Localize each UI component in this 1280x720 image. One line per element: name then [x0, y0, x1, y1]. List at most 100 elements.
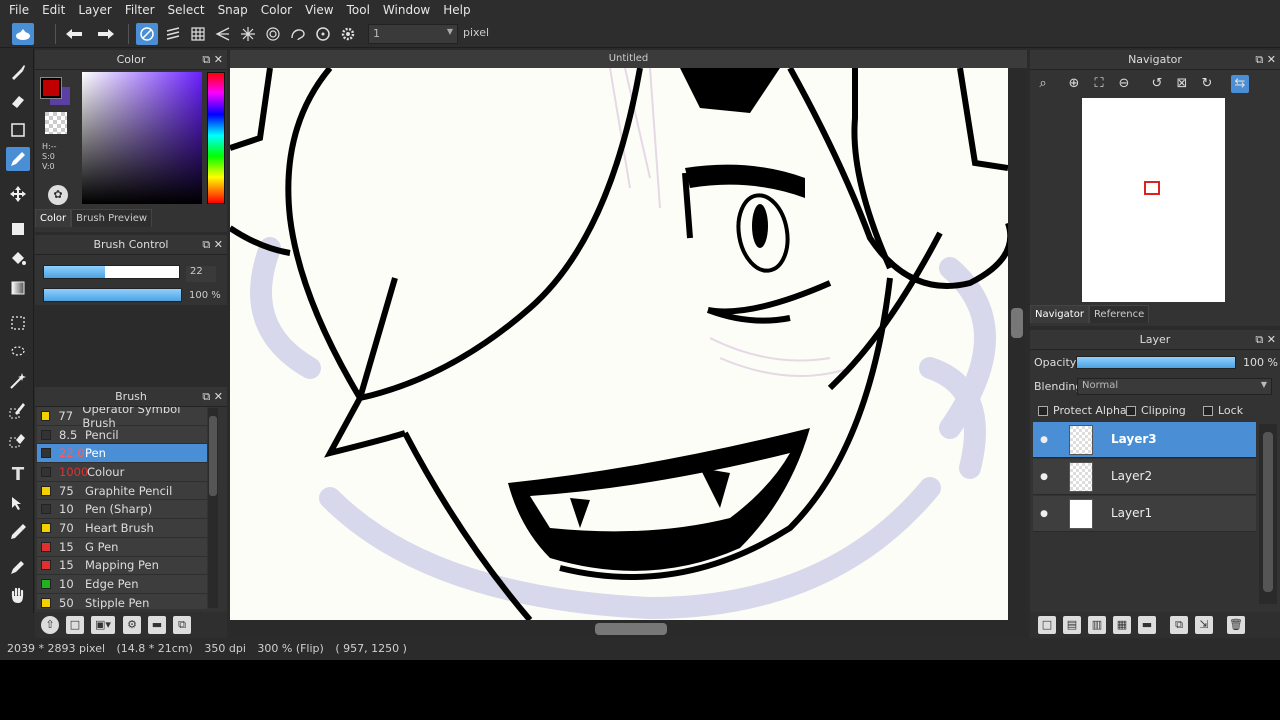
- brush-size-field[interactable]: 1 ▼: [368, 24, 458, 44]
- transparent-color-swatch[interactable]: [45, 112, 67, 134]
- layer-row[interactable]: ● Layer2: [1033, 459, 1256, 495]
- zoom-out-icon[interactable]: ⊖: [1115, 75, 1133, 93]
- brush-item[interactable]: 50 Stipple Pen: [37, 593, 207, 609]
- tab-brush-preview[interactable]: Brush Preview: [71, 209, 153, 227]
- operation-icon[interactable]: [6, 491, 30, 515]
- menu-edit[interactable]: Edit: [37, 0, 70, 20]
- flip-icon[interactable]: ⇆: [1231, 75, 1249, 93]
- visibility-icon[interactable]: ●: [1037, 470, 1051, 484]
- new-folder-icon[interactable]: ▬: [1138, 616, 1156, 634]
- new-halftone-layer-icon[interactable]: ▤: [1063, 616, 1081, 634]
- saturation-value-picker[interactable]: [82, 72, 202, 204]
- parallel-snap-icon[interactable]: [162, 23, 184, 45]
- merge-layer-icon[interactable]: ⇲: [1195, 616, 1213, 634]
- menu-file[interactable]: File: [4, 0, 34, 20]
- menu-view[interactable]: View: [300, 0, 338, 20]
- concentric-snap-icon[interactable]: [262, 23, 284, 45]
- blending-select[interactable]: Normal ▼: [1077, 378, 1272, 395]
- panel-controls-icon[interactable]: ⧉ ✕: [202, 235, 223, 255]
- brush-size-readout[interactable]: 22: [186, 266, 216, 282]
- clipping-checkbox[interactable]: Clipping: [1126, 404, 1186, 417]
- canvas-horizontal-scrollbar[interactable]: [230, 620, 1027, 638]
- canvas-vertical-scrollbar[interactable]: [1008, 68, 1026, 620]
- panel-controls-icon[interactable]: ⧉ ✕: [1255, 330, 1276, 350]
- rotate-left-icon[interactable]: ↺: [1148, 75, 1166, 93]
- menu-snap[interactable]: Snap: [213, 0, 253, 20]
- select-rect-icon[interactable]: [6, 311, 30, 335]
- menu-layer[interactable]: Layer: [73, 0, 116, 20]
- brush-delete-icon[interactable]: ⧉: [173, 616, 191, 634]
- brush-size-slider[interactable]: [43, 265, 180, 279]
- app-icon[interactable]: [12, 23, 34, 45]
- layer-row[interactable]: ● Layer1: [1033, 496, 1256, 532]
- select-pen-icon[interactable]: [6, 398, 30, 422]
- foreground-color-swatch[interactable]: [40, 77, 62, 99]
- lasso-icon[interactable]: [6, 340, 30, 364]
- text-icon[interactable]: T: [6, 462, 30, 486]
- move-icon[interactable]: [6, 182, 30, 206]
- brush-opacity-slider[interactable]: [43, 288, 182, 302]
- tab-navigator[interactable]: Navigator: [1030, 305, 1089, 323]
- brush-list-scrollbar[interactable]: [208, 408, 218, 608]
- bucket-icon[interactable]: [6, 247, 30, 271]
- delete-layer-icon[interactable]: 🗑: [1227, 616, 1245, 634]
- layer-row[interactable]: ● Layer3: [1033, 422, 1256, 458]
- brush-item[interactable]: 70 Heart Brush: [37, 519, 207, 538]
- palette-icon[interactable]: ✿: [48, 185, 68, 205]
- brush-item[interactable]: 1000 Colour: [37, 463, 207, 482]
- brush-folder-icon[interactable]: ▬: [148, 616, 166, 634]
- eyedropper-icon[interactable]: [6, 520, 30, 544]
- menu-tool[interactable]: Tool: [342, 0, 375, 20]
- pen-eyedropper-icon[interactable]: [6, 555, 30, 579]
- radial-snap-icon[interactable]: [237, 23, 259, 45]
- snap-off-icon[interactable]: [136, 23, 158, 45]
- zoom-fit-icon[interactable]: ⛶: [1090, 75, 1108, 93]
- new-layer-icon[interactable]: □: [1038, 616, 1056, 634]
- brush-icon[interactable]: [6, 60, 30, 84]
- curve-snap-icon[interactable]: [287, 23, 309, 45]
- reset-view-icon[interactable]: ⊠: [1173, 75, 1191, 93]
- brush-item[interactable]: 10 Pen (Sharp): [37, 500, 207, 520]
- brush-new-icon[interactable]: □: [66, 616, 84, 634]
- brush-item[interactable]: 22.0 Pen: [37, 444, 207, 464]
- visibility-icon[interactable]: ●: [1037, 433, 1051, 447]
- brush-item[interactable]: 15 Mapping Pen: [37, 556, 207, 576]
- gradient-icon[interactable]: [6, 276, 30, 300]
- rotate-right-icon[interactable]: ↻: [1198, 75, 1216, 93]
- menu-help[interactable]: Help: [438, 0, 475, 20]
- brush-duplicate-icon[interactable]: ▣▾: [91, 616, 115, 634]
- new-tone-layer-icon[interactable]: ▦: [1113, 616, 1131, 634]
- brush-item[interactable]: 10 Edge Pen: [37, 575, 207, 594]
- duplicate-layer-icon[interactable]: ⧉: [1170, 616, 1188, 634]
- tab-reference[interactable]: Reference: [1088, 305, 1150, 323]
- tab-color[interactable]: Color: [35, 209, 72, 227]
- lock-checkbox[interactable]: Lock: [1203, 404, 1243, 417]
- layer-list-scrollbar[interactable]: [1259, 424, 1277, 604]
- brush-item[interactable]: 75 Graphite Pencil: [37, 481, 207, 501]
- brush-add-icon[interactable]: ⇧: [41, 616, 59, 634]
- menu-window[interactable]: Window: [378, 0, 435, 20]
- shape-icon[interactable]: [6, 118, 30, 142]
- document-tab[interactable]: Untitled: [230, 50, 1027, 68]
- panel-controls-icon[interactable]: ⧉ ✕: [1255, 50, 1276, 70]
- hue-slider[interactable]: [207, 72, 225, 204]
- brush-item[interactable]: 77 Operator Symbol Brush: [37, 407, 207, 430]
- brush-item[interactable]: 15 G Pen: [37, 537, 207, 557]
- zoom-search-icon[interactable]: ⌕: [1034, 75, 1052, 93]
- panel-controls-icon[interactable]: ⧉ ✕: [202, 50, 223, 70]
- panel-controls-icon[interactable]: ⧉ ✕: [202, 387, 223, 407]
- fill-rect-icon[interactable]: [6, 217, 30, 241]
- menu-color[interactable]: Color: [256, 0, 297, 20]
- brush-settings-icon[interactable]: ⚙: [123, 616, 141, 634]
- redo-icon[interactable]: [95, 23, 117, 45]
- navigator-preview[interactable]: [1082, 98, 1225, 302]
- drawing-canvas[interactable]: [230, 68, 1008, 620]
- settings-icon[interactable]: [337, 23, 359, 45]
- visibility-icon[interactable]: ●: [1037, 507, 1051, 521]
- eraser-icon[interactable]: [6, 89, 30, 113]
- select-eraser-icon[interactable]: [6, 427, 30, 451]
- zoom-in-icon[interactable]: ⊕: [1065, 75, 1083, 93]
- pen-icon[interactable]: [6, 147, 30, 171]
- perspective-snap-icon[interactable]: [212, 23, 234, 45]
- layer-opacity-slider[interactable]: [1076, 356, 1236, 369]
